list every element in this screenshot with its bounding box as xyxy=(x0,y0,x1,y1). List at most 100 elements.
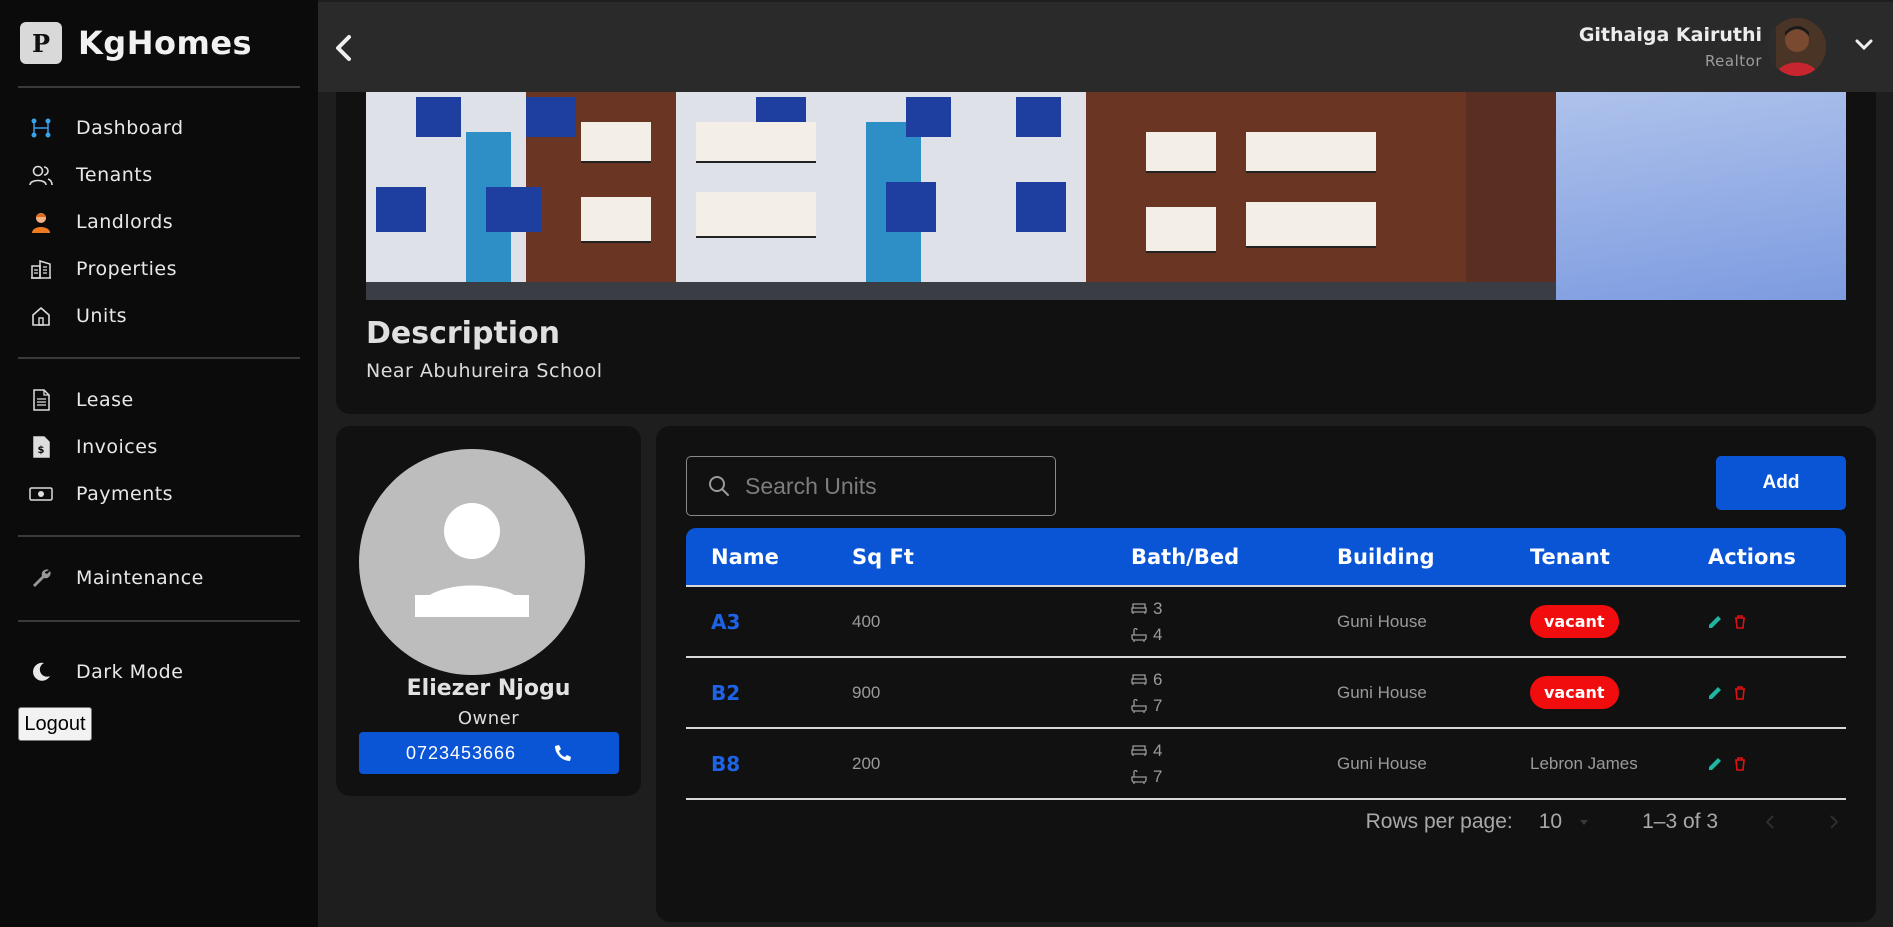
sidebar-item-payments[interactable]: Payments xyxy=(28,479,173,509)
unit-bath-bed: 6 7 xyxy=(1131,657,1337,728)
moon-icon xyxy=(28,659,54,685)
unit-bath-bed: 3 4 xyxy=(1131,586,1337,657)
home-icon xyxy=(28,303,54,329)
brand[interactable]: P KgHomes xyxy=(20,20,252,66)
next-page-button[interactable] xyxy=(1822,810,1846,834)
person-emoji-icon xyxy=(28,209,54,235)
unit-name-link[interactable]: B8 xyxy=(686,728,852,799)
rows-per-page-value: 10 xyxy=(1538,810,1563,833)
unit-tenant: vacant xyxy=(1530,657,1708,728)
sidebar-divider xyxy=(18,535,300,537)
dark-mode-label: Dark Mode xyxy=(76,661,184,683)
unit-tenant-name: Lebron James xyxy=(1530,753,1638,773)
chevron-left-icon xyxy=(1765,815,1774,829)
units-card: Add Name Sq Ft Bath/Bed Building Tenant … xyxy=(656,426,1876,922)
sidebar-item-label: Payments xyxy=(76,483,174,505)
rows-per-page-select[interactable]: 10 xyxy=(1539,810,1592,834)
column-header-actions: Actions xyxy=(1708,544,1796,569)
logout-button[interactable]: Logout xyxy=(18,707,92,741)
owner-name: Eliezer Njogu xyxy=(406,676,571,701)
unit-name-link[interactable]: A3 xyxy=(686,586,852,657)
bed-icon xyxy=(1131,744,1147,756)
call-owner-button[interactable]: 0723453666 xyxy=(359,732,619,774)
sidebar-item-label: Maintenance xyxy=(76,567,204,589)
sidebar-divider xyxy=(18,620,300,622)
user-name: Githaiga Kairuthi xyxy=(1578,24,1762,46)
bath-count: 6 xyxy=(1153,669,1163,689)
previous-page-button[interactable] xyxy=(1758,810,1782,834)
unit-sqft: 200 xyxy=(852,753,881,773)
phone-icon xyxy=(555,745,572,761)
user-menu-toggle[interactable] xyxy=(1855,36,1873,55)
chevron-left-icon xyxy=(336,35,351,61)
bed-count: 7 xyxy=(1153,766,1163,786)
unit-building: Guni House xyxy=(1337,611,1427,631)
sidebar: P KgHomes Dashboard Tenants Landlords Pr… xyxy=(0,0,318,927)
sidebar-item-label: Properties xyxy=(76,258,178,280)
unit-building: Guni House xyxy=(1337,753,1427,773)
sidebar-item-label: Dashboard xyxy=(76,117,184,139)
wrench-icon xyxy=(28,565,54,591)
bed-count: 4 xyxy=(1153,624,1163,644)
bed-icon xyxy=(1131,602,1147,614)
property-card: Description Near Abuhureira School xyxy=(336,92,1876,414)
search-units-input[interactable] xyxy=(745,472,1045,500)
units-table: Name Sq Ft Bath/Bed Building Tenant Acti… xyxy=(686,528,1846,800)
column-header-name[interactable]: Name xyxy=(686,528,852,586)
app-root: P KgHomes Dashboard Tenants Landlords Pr… xyxy=(0,0,1893,927)
person-silhouette-icon xyxy=(415,503,529,617)
users-icon xyxy=(28,162,54,188)
unit-sqft: 400 xyxy=(852,611,881,631)
table-row: A3 400 3 4 Guni House vacant xyxy=(686,586,1846,657)
delete-icon[interactable] xyxy=(1734,756,1746,771)
sidebar-divider xyxy=(18,86,300,88)
table-row: B2 900 6 7 Guni House vacant xyxy=(686,657,1846,728)
sidebar-item-dashboard[interactable]: Dashboard xyxy=(28,113,184,143)
sidebar-item-landlords[interactable]: Landlords xyxy=(28,207,173,237)
column-header-building[interactable]: Building xyxy=(1337,528,1530,586)
sidebar-item-lease[interactable]: Lease xyxy=(28,385,134,415)
column-header-sqft[interactable]: Sq Ft xyxy=(852,528,1131,586)
search-box[interactable] xyxy=(686,456,1056,516)
pagination: Rows per page: 10 1–3 of 3 xyxy=(1366,810,1846,834)
sidebar-item-tenants[interactable]: Tenants xyxy=(28,160,153,190)
property-banner-image xyxy=(366,92,1846,300)
bed-icon xyxy=(1131,673,1147,685)
sidebar-item-label: Tenants xyxy=(76,164,153,186)
brand-logo: P xyxy=(20,22,62,64)
collapse-sidebar-button[interactable] xyxy=(328,30,358,66)
dark-mode-toggle[interactable]: Dark Mode xyxy=(28,657,183,687)
rows-per-page-label: Rows per page: xyxy=(1365,810,1513,833)
sidebar-item-label: Lease xyxy=(76,389,134,411)
delete-icon[interactable] xyxy=(1734,614,1746,629)
unit-name-link[interactable]: B2 xyxy=(686,657,852,728)
bathtub-icon xyxy=(1131,769,1147,784)
chevron-down-icon xyxy=(1855,39,1873,51)
column-header-bath-bed[interactable]: Bath/Bed xyxy=(1131,528,1337,586)
sidebar-item-invoices[interactable]: $ Invoices xyxy=(28,432,158,462)
delete-icon[interactable] xyxy=(1734,685,1746,700)
bath-count: 4 xyxy=(1153,740,1163,760)
user-avatar[interactable] xyxy=(1768,18,1826,76)
chevron-right-icon xyxy=(1830,815,1839,829)
sidebar-item-label: Invoices xyxy=(76,436,158,458)
vacant-badge: vacant xyxy=(1530,676,1619,709)
edit-icon[interactable] xyxy=(1708,615,1722,629)
dashboard-icon xyxy=(28,115,54,141)
search-icon xyxy=(709,476,729,496)
column-header-tenant[interactable]: Tenant xyxy=(1530,528,1708,586)
bathtub-icon xyxy=(1131,627,1147,642)
sidebar-item-units[interactable]: Units xyxy=(28,301,127,331)
sidebar-item-maintenance[interactable]: Maintenance xyxy=(28,563,204,593)
sidebar-item-label: Units xyxy=(76,305,128,327)
sidebar-item-properties[interactable]: Properties xyxy=(28,254,177,284)
edit-icon[interactable] xyxy=(1708,757,1722,771)
caret-down-icon xyxy=(1580,820,1589,825)
page-range: 1–3 of 3 xyxy=(1642,810,1718,833)
add-unit-button[interactable]: Add xyxy=(1716,456,1846,510)
money-icon xyxy=(28,481,54,507)
user-role: Realtor xyxy=(1704,52,1762,70)
edit-icon[interactable] xyxy=(1708,686,1722,700)
vacant-badge: vacant xyxy=(1530,605,1619,638)
bathtub-icon xyxy=(1131,698,1147,713)
